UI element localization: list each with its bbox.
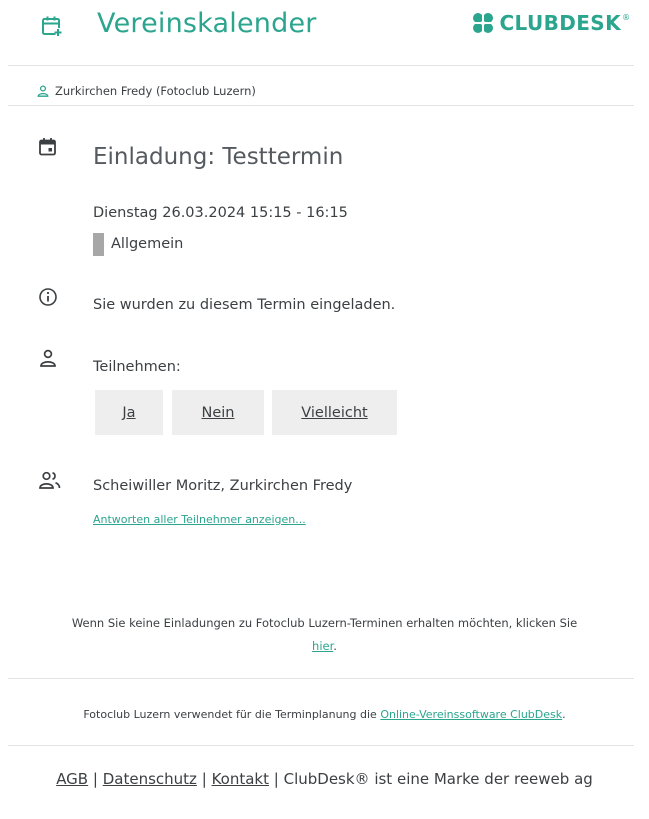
footer-separator: |: [92, 770, 98, 788]
person-icon: [40, 349, 56, 367]
user-icon: [37, 85, 49, 97]
participant-list: Scheiwiller Moritz, Zurkirchen Fredy: [93, 478, 353, 494]
notice-divider: [8, 678, 634, 679]
brand-name: CLUBDESK: [499, 11, 621, 35]
event-title: Einladung: Testtermin: [93, 144, 344, 170]
notice-text: Wenn Sie keine Einladungen zu Fotoclub L…: [71, 616, 578, 630]
calendar-icon: [39, 138, 56, 156]
footer: AGB | Datenschutz | Kontakt | ClubDesk® …: [40, 767, 609, 791]
maybe-button[interactable]: Vielleicht: [272, 390, 397, 435]
group-icon: [39, 471, 61, 489]
no-button[interactable]: Nein: [172, 390, 264, 435]
event-date: Dienstag 26.03.2024 15:15 - 16:15: [93, 205, 348, 221]
notice-period: .: [333, 639, 337, 653]
category-color-swatch: [93, 232, 104, 256]
software-note-period: .: [562, 708, 566, 721]
unsubscribe-link[interactable]: hier: [312, 639, 333, 653]
info-icon: [39, 288, 57, 306]
header: Vereinskalender CLUBDESK ®: [0, 0, 649, 62]
privacy-link[interactable]: Datenschutz: [103, 770, 197, 788]
clubdesk-logo[interactable]: CLUBDESK ®: [472, 10, 630, 36]
event-category: Allgemein: [93, 232, 184, 256]
user-divider: [8, 105, 634, 106]
footer-divider: [8, 745, 634, 746]
brand-registered-mark: ®: [622, 13, 630, 22]
category-label: Allgemein: [111, 236, 184, 252]
contact-link[interactable]: Kontakt: [212, 770, 269, 788]
unsubscribe-notice: Wenn Sie keine Einladungen zu Fotoclub L…: [30, 612, 619, 658]
trademark-text: ClubDesk® ist eine Marke der reeweb ag: [283, 770, 593, 788]
agb-link[interactable]: AGB: [56, 770, 88, 788]
participate-label: Teilnehmen:: [93, 359, 181, 375]
page-title: Vereinskalender: [97, 8, 317, 39]
software-note-text: Fotoclub Luzern verwendet für die Termin…: [83, 708, 377, 721]
footer-separator: |: [201, 770, 207, 788]
invitation-info: Sie wurden zu diesem Termin eingeladen.: [93, 297, 396, 313]
user-name: Zurkirchen Fredy (Fotoclub Luzern): [55, 84, 256, 98]
header-divider: [8, 65, 634, 66]
footer-separator: |: [273, 770, 279, 788]
calendar-add-icon: [42, 16, 62, 36]
user-info: Zurkirchen Fredy (Fotoclub Luzern): [37, 82, 256, 100]
yes-button[interactable]: Ja: [95, 390, 163, 435]
clover-icon: [472, 12, 495, 34]
clubdesk-software-link[interactable]: Online-Vereinssoftware ClubDesk: [380, 708, 562, 721]
software-note: Fotoclub Luzern verwendet für die Termin…: [0, 706, 649, 724]
show-all-answers-link[interactable]: Antworten aller Teilnehmer anzeigen...: [93, 512, 306, 528]
